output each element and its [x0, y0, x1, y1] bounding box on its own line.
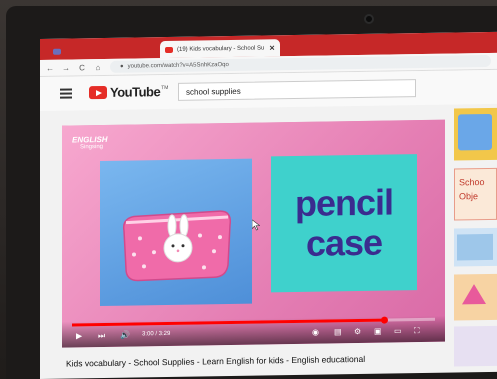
video-title[interactable]: Kids vocabulary - School Supplies - Lear… [66, 352, 486, 369]
youtube-play-icon [89, 85, 107, 100]
mouse-cursor-icon [252, 219, 260, 231]
fullscreen-icon[interactable]: ⛶ [414, 326, 420, 336]
youtube-logo[interactable]: YouTube TM [89, 84, 168, 100]
illustration-panel [100, 158, 252, 307]
play-icon[interactable]: ▶ [76, 331, 82, 340]
thumbnail-art [457, 233, 493, 261]
autoplay-toggle-icon[interactable]: ◉ [312, 328, 319, 337]
next-icon[interactable]: ⏭ [98, 331, 105, 341]
reload-button[interactable]: C [78, 63, 86, 72]
channel-logo: ENGLISH Singsing [72, 135, 118, 162]
trademark: TM [161, 84, 169, 91]
related-video-thumbnail[interactable]: Schoo Obje [454, 167, 497, 221]
word-line1: pencil [294, 181, 394, 224]
browser-window: (19) Kids vocabulary - School Su ✕ ← → C… [40, 31, 497, 379]
youtube-wordmark: YouTube [110, 84, 161, 100]
webcam [364, 14, 374, 24]
hamburger-menu-icon[interactable] [60, 88, 72, 99]
settings-gear-icon[interactable]: ⚙ [354, 327, 361, 336]
youtube-favicon-icon [165, 46, 173, 53]
thumbnail-text: Obje [459, 191, 479, 202]
pencil-case-illustration [122, 210, 232, 282]
related-video-thumbnail[interactable] [454, 107, 497, 161]
tab-label: (19) Kids vocabulary - School Su [177, 44, 265, 53]
scrubber-handle[interactable] [381, 316, 389, 324]
search-input[interactable]: school supplies [178, 79, 416, 101]
related-video-thumbnail[interactable] [454, 273, 497, 321]
home-button[interactable]: ⌂ [94, 63, 102, 72]
subtitles-icon[interactable]: ▤ [334, 327, 342, 336]
close-tab-icon[interactable]: ✕ [269, 44, 275, 52]
url-text: youtube.com/watch?v=A5SnhKzaOqo [127, 62, 229, 70]
theater-mode-icon[interactable]: ▭ [394, 326, 402, 335]
thumbnail-art [458, 113, 492, 151]
youtube-header: YouTube TM school supplies [40, 69, 497, 111]
tab-youtube[interactable]: (19) Kids vocabulary - School Su ✕ [160, 39, 280, 59]
channel-logo-line2: Singsing [80, 144, 104, 151]
volume-icon[interactable]: 🔊 [120, 331, 130, 340]
miniplayer-icon[interactable]: ▣ [374, 327, 382, 336]
thumbnail-text: Schoo [459, 177, 485, 188]
word-line2: case [305, 221, 383, 264]
thumbnail-art [462, 283, 486, 305]
related-video-thumbnail[interactable] [454, 227, 497, 267]
back-button[interactable]: ← [46, 63, 54, 72]
tab-inactive[interactable] [48, 41, 160, 60]
forward-button[interactable]: → [62, 63, 70, 72]
photo-background: (19) Kids vocabulary - School Su ✕ ← → C… [0, 0, 497, 379]
tab-favicon-icon [53, 48, 61, 55]
video-player[interactable]: ENGLISH Singsing pencil case ▶ ⏭ 🔊 3:00 … [62, 119, 445, 348]
progress-fill [72, 318, 385, 327]
time-display: 3:00 / 3:29 [142, 330, 171, 338]
word-card: pencil case [271, 154, 417, 293]
related-videos-sidebar: Schoo Obje [454, 107, 497, 373]
lock-icon: ● [120, 63, 124, 70]
player-controls: ▶ ⏭ 🔊 3:00 / 3:29 ◉ ▤ ⚙ ▣ ▭ ⛶ [62, 315, 445, 348]
